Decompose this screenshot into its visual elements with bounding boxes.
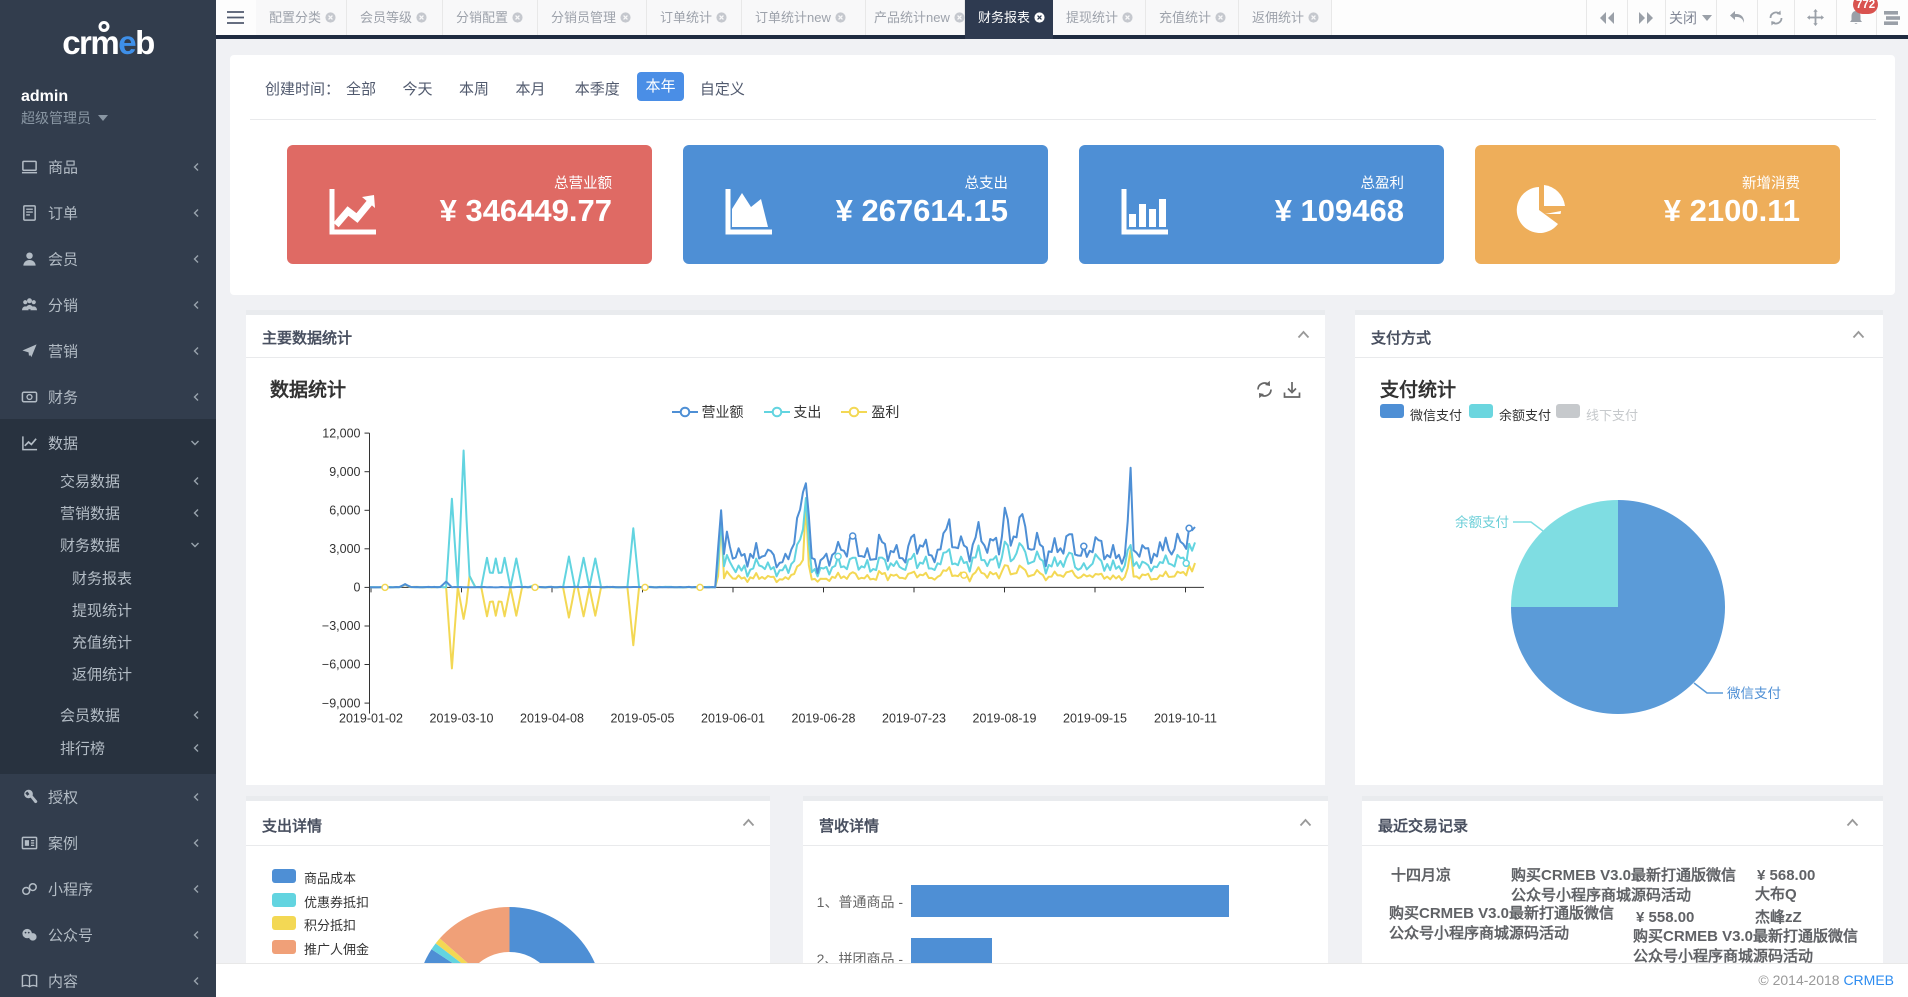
svg-text:0: 0 (354, 581, 361, 595)
svg-text:2019-08-19: 2019-08-19 (973, 712, 1037, 726)
svg-text:2019-04-08: 2019-04-08 (520, 712, 584, 726)
svg-text:2019-10-11: 2019-10-11 (1154, 712, 1217, 726)
svg-text:2019-06-28: 2019-06-28 (792, 712, 856, 726)
svg-text:6,000: 6,000 (329, 504, 360, 518)
svg-text:2019-03-10: 2019-03-10 (430, 712, 494, 726)
svg-text:微信支付: 微信支付 (1727, 686, 1781, 701)
svg-text:2019-06-01: 2019-06-01 (701, 712, 765, 726)
svg-text:−6,000: −6,000 (322, 658, 361, 672)
svg-text:12,000: 12,000 (322, 426, 360, 440)
svg-text:3,000: 3,000 (329, 542, 360, 556)
svg-text:2019-01-02: 2019-01-02 (339, 712, 403, 726)
svg-text:9,000: 9,000 (329, 465, 360, 479)
svg-text:−3,000: −3,000 (322, 619, 361, 633)
svg-text:余额支付: 余额支付 (1455, 514, 1509, 530)
svg-text:2019-05-05: 2019-05-05 (611, 712, 675, 726)
svg-text:2019-07-23: 2019-07-23 (882, 712, 946, 726)
svg-text:−9,000: −9,000 (322, 696, 361, 710)
svg-text:2019-09-15: 2019-09-15 (1063, 712, 1127, 726)
